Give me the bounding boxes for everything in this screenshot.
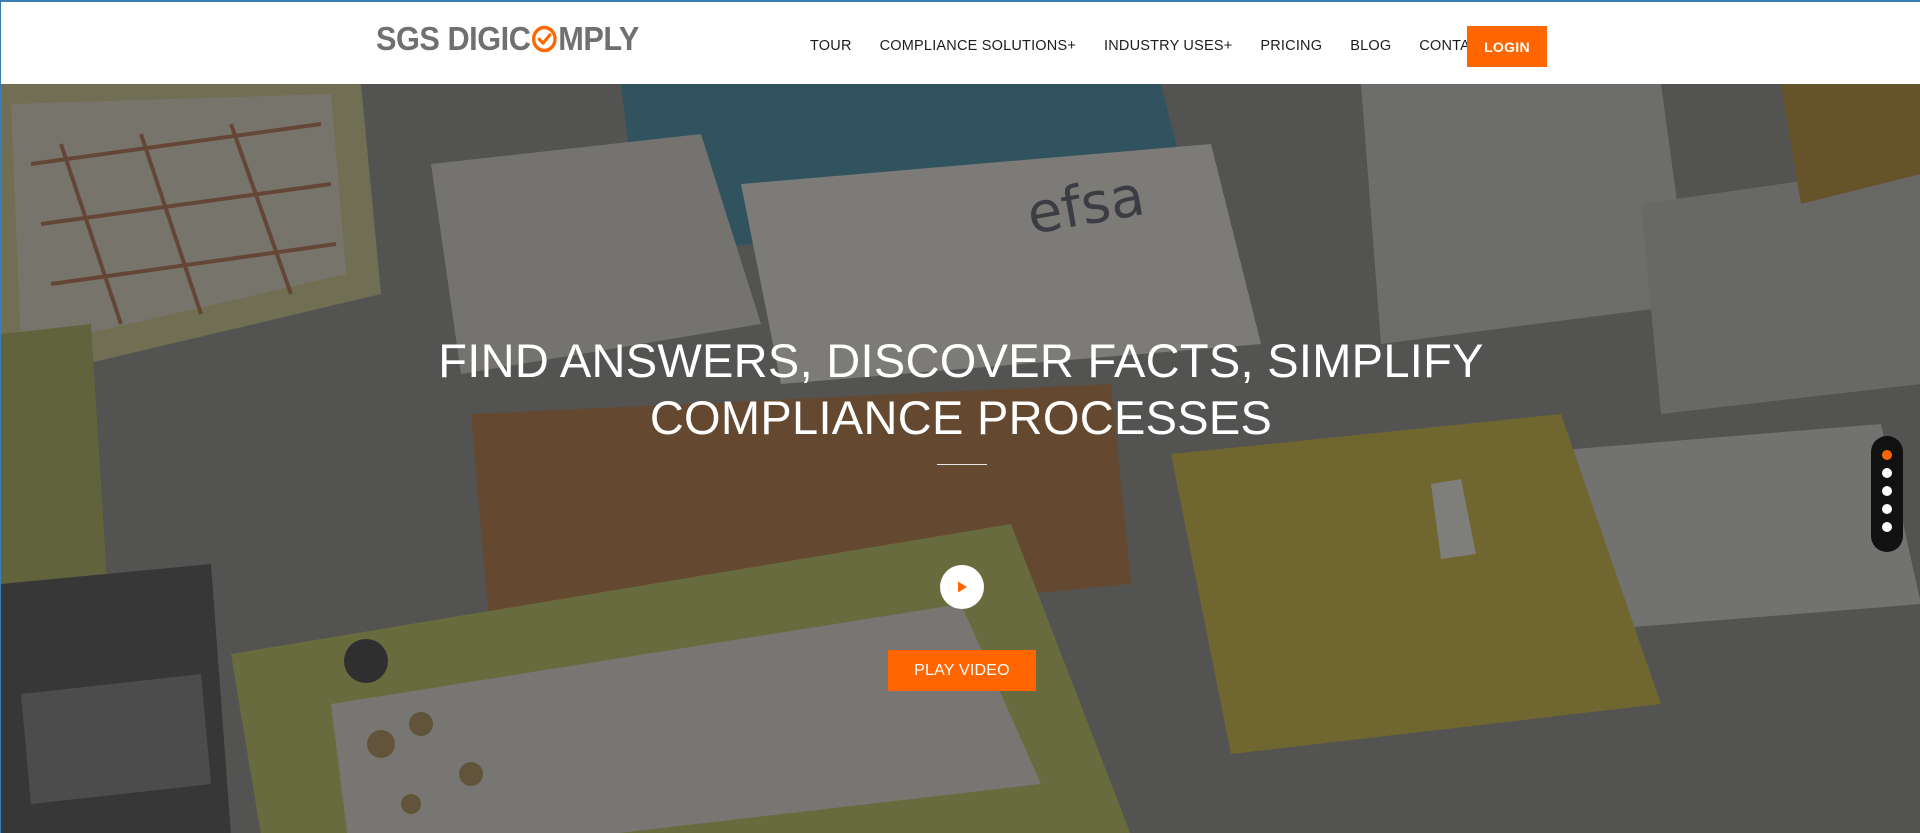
hero-title-line-2: COMPLIANCE PROCESSES: [649, 391, 1273, 444]
play-video-button[interactable]: PLAY VIDEO: [888, 650, 1036, 691]
slide-navigation-dots: [1871, 436, 1903, 552]
nav-item-pricing[interactable]: PRICING: [1260, 38, 1322, 54]
slide-dot-2[interactable]: [1882, 468, 1892, 478]
nav-item-blog[interactable]: BLOG: [1350, 38, 1391, 54]
hero-title: FIND ANSWERS, DISCOVER FACTS, SIMPLIFY C…: [1, 332, 1920, 446]
check-circle-icon: [532, 25, 557, 53]
slide-dot-4[interactable]: [1882, 504, 1892, 514]
nav-item-tour[interactable]: TOUR: [810, 38, 852, 54]
slide-dot-5[interactable]: [1882, 522, 1892, 532]
slide-dot-3[interactable]: [1882, 486, 1892, 496]
nav-item-compliance-solutions[interactable]: COMPLIANCE SOLUTIONS+: [880, 38, 1076, 54]
nav-item-industry-uses[interactable]: INDUSTRY USES+: [1104, 38, 1232, 54]
play-icon: [958, 581, 967, 593]
sgs-digicomply-logo[interactable]: SGS DIGIC MPLY: [376, 20, 639, 57]
hero-title-line-1: FIND ANSWERS, DISCOVER FACTS, SIMPLIFY: [438, 334, 1484, 387]
site-header: SGS DIGIC MPLY TOUR COMPLIANCE SOLUTIONS…: [1, 2, 1920, 84]
login-button[interactable]: LOGIN: [1467, 26, 1547, 67]
main-nav: TOUR COMPLIANCE SOLUTIONS+ INDUSTRY USES…: [810, 38, 1514, 54]
hero-overlay: [1, 84, 1920, 833]
logo-text-end: MPLY: [558, 20, 639, 57]
title-divider: [937, 464, 987, 465]
slide-dot-1[interactable]: [1882, 450, 1892, 460]
play-icon-button[interactable]: [940, 565, 984, 609]
logo-text-start: SGS DIGIC: [376, 20, 531, 57]
hero-section: efsa FIND ANSWERS, DISCOVER FACTS, SIMPL…: [1, 84, 1920, 833]
